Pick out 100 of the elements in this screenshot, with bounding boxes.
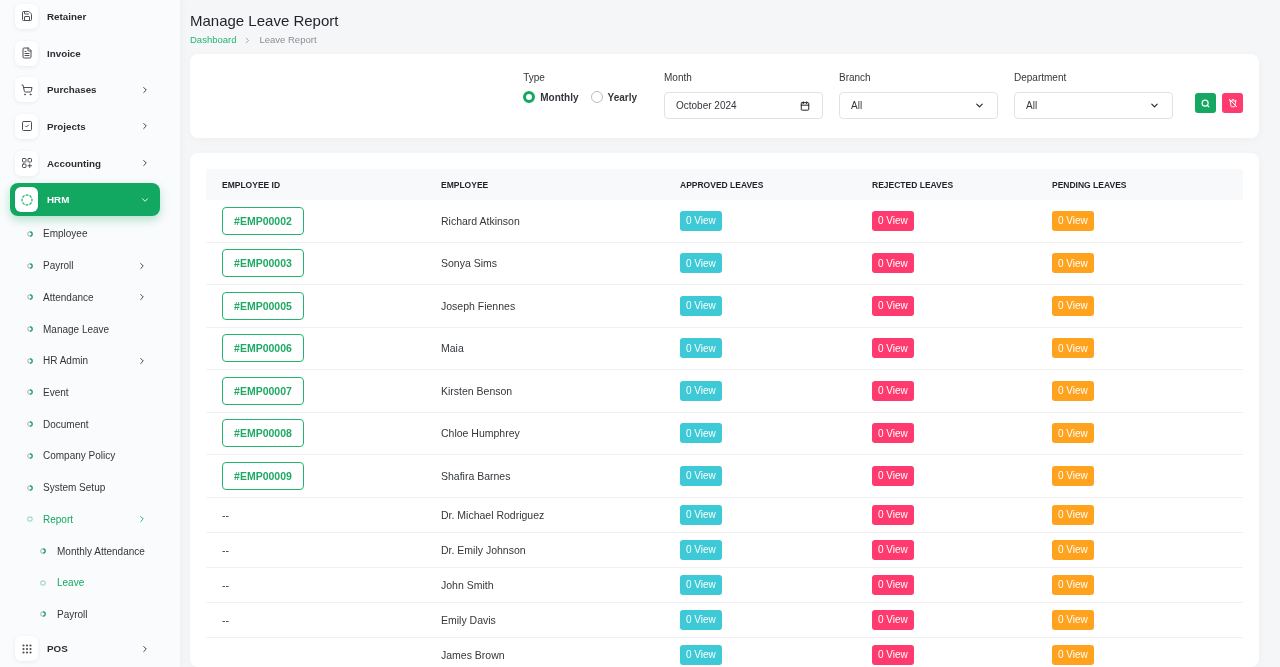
view-button[interactable]: 0 View (1052, 295, 1094, 316)
employee-id-button[interactable]: #EMP00005 (222, 291, 304, 320)
view-button[interactable]: 0 View (872, 504, 914, 525)
employee-id-button[interactable]: #EMP00002 (222, 206, 304, 235)
sidebar-subitem[interactable]: System Setup (27, 471, 147, 504)
field-label: Month (664, 72, 693, 84)
view-button[interactable]: 0 View (872, 295, 914, 316)
bullet-icon (27, 452, 33, 459)
sidebar-item[interactable]: Projects (15, 110, 150, 143)
view-button[interactable]: 0 View (680, 609, 722, 630)
view-button[interactable]: 0 View (1052, 380, 1094, 401)
view-button[interactable]: 0 View (680, 210, 722, 231)
table-cell: Sonya Sims (441, 257, 498, 270)
view-button[interactable]: 0 View (872, 423, 914, 444)
view-button[interactable]: 0 View (1052, 338, 1094, 359)
view-button[interactable]: 0 View (872, 253, 914, 274)
view-button[interactable]: 0 View (872, 539, 914, 560)
table-cell: Emily Davis (441, 613, 496, 626)
view-button[interactable]: 0 View (680, 504, 722, 525)
sidebar-subitem[interactable]: HR Admin (27, 344, 147, 377)
view-button[interactable]: 0 View (680, 338, 722, 359)
chevron-icon (1149, 100, 1160, 111)
view-button[interactable]: 0 View (680, 380, 722, 401)
search-icon (1201, 98, 1210, 108)
view-button[interactable]: 0 View (1052, 253, 1094, 274)
sidebar-subitem[interactable]: Leave (40, 566, 147, 599)
bullet-icon (40, 611, 46, 618)
breadcrumb-link[interactable]: Dashboard (190, 34, 237, 46)
sidebar-item[interactable]: Invoice (15, 36, 150, 70)
view-button[interactable]: 0 View (680, 644, 722, 665)
sidebar-item[interactable]: POS (15, 632, 150, 665)
view-button[interactable]: 0 View (872, 465, 914, 486)
employee-id-button[interactable]: #EMP00003 (222, 249, 304, 278)
view-button[interactable]: 0 View (680, 295, 722, 316)
employee-id-button[interactable]: #EMP00009 (222, 461, 304, 490)
select-field[interactable]: All (1014, 92, 1173, 119)
sidebar-subitem[interactable]: Monthly Attendance (40, 535, 147, 567)
sidebar-subitem[interactable]: Employee (27, 218, 147, 250)
sidebar-item[interactable]: HRM (10, 183, 160, 217)
search-button[interactable] (1195, 93, 1216, 113)
view-button[interactable]: 0 View (872, 210, 914, 231)
column-header: EMPLOYEE ID (221, 179, 282, 190)
sidebar-subitem[interactable]: Attendance (27, 281, 147, 314)
bullet-icon (27, 230, 33, 237)
view-button[interactable]: 0 View (1052, 539, 1094, 560)
chevron-icon (974, 100, 985, 111)
view-button[interactable]: 0 View (680, 539, 722, 560)
sidebar-item[interactable]: Retainer (15, 0, 150, 33)
employee-id-button[interactable]: #EMP00008 (222, 419, 304, 448)
column-header: PENDING LEAVES (1051, 179, 1128, 190)
breadcrumb-current[interactable]: Leave Report (259, 34, 317, 46)
view-button[interactable]: 0 View (680, 253, 722, 274)
table-cell: Joseph Fiennes (441, 299, 516, 312)
employee-id-button[interactable]: #EMP00006 (222, 334, 304, 363)
sidebar-subitem[interactable]: Payroll (27, 249, 147, 282)
view-button[interactable]: 0 View (680, 423, 722, 444)
view-button[interactable]: 0 View (1052, 644, 1094, 665)
table-cell: -- (222, 578, 229, 591)
grid-plus-icon (15, 150, 38, 176)
bullet-icon (27, 262, 33, 269)
bullet-icon (27, 421, 33, 428)
field-label: Type (523, 72, 546, 84)
view-button[interactable]: 0 View (1052, 609, 1094, 630)
column-header: APPROVED LEAVES (679, 179, 765, 190)
trash-slash-icon (1227, 98, 1238, 108)
date-field[interactable]: October 2024 (664, 92, 823, 119)
table-cell: -- (222, 543, 229, 556)
bullet-icon (40, 579, 46, 586)
sidebar-subitem[interactable]: Manage Leave (27, 313, 147, 345)
sidebar-item[interactable]: Accounting (15, 146, 150, 180)
radio-option[interactable]: Monthly (523, 91, 579, 103)
sidebar-subitem[interactable]: Document (27, 408, 147, 441)
view-button[interactable]: 0 View (872, 609, 914, 630)
employee-id-button[interactable]: #EMP00007 (222, 376, 304, 405)
bullet-icon (27, 294, 33, 301)
view-button[interactable]: 0 View (680, 574, 722, 595)
reset-button[interactable] (1222, 93, 1243, 113)
sidebar-subitem[interactable]: Event (27, 376, 147, 409)
view-button[interactable]: 0 View (1052, 423, 1094, 444)
view-button[interactable]: 0 View (1052, 574, 1094, 595)
sidebar-item[interactable]: Purchases (15, 73, 150, 107)
view-button[interactable]: 0 View (872, 338, 914, 359)
view-button[interactable]: 0 View (872, 574, 914, 595)
view-button[interactable]: 0 View (872, 380, 914, 401)
select-field[interactable]: All (839, 92, 998, 119)
field-label: Department (1014, 72, 1068, 84)
table-cell: John Smith (441, 578, 494, 591)
sidebar-subitem[interactable]: Payroll (40, 598, 147, 631)
table-cell: Richard Atkinson (441, 214, 520, 227)
sidebar-subitem[interactable]: Company Policy (27, 440, 147, 472)
column-header: EMPLOYEE (440, 179, 490, 190)
view-button[interactable]: 0 View (872, 644, 914, 665)
view-button[interactable]: 0 View (1052, 465, 1094, 486)
view-button[interactable]: 0 View (1052, 504, 1094, 525)
sidebar-subitem[interactable]: Report (27, 503, 147, 536)
view-button[interactable]: 0 View (680, 465, 722, 486)
view-button[interactable]: 0 View (1052, 210, 1094, 231)
calendar-icon (800, 100, 810, 111)
bullet-icon (27, 484, 33, 491)
radio-option[interactable]: Yearly (590, 91, 637, 103)
